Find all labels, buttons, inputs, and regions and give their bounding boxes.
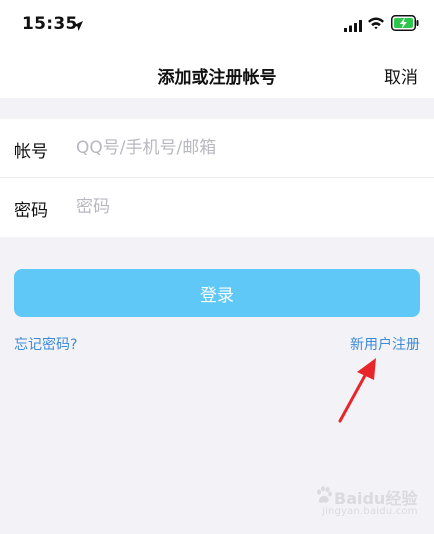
account-row: 帐号 [0,119,434,178]
nav-bar: 添加或注册帐号 取消 [0,50,434,98]
paw-logo-icon [316,486,332,508]
status-time: 15:35 [22,14,78,34]
password-label: 密码 [14,201,48,221]
status-bar: 15:35 [0,0,434,50]
new-user-register-link[interactable]: 新用户注册 [350,334,420,354]
location-arrow-icon [72,17,84,36]
page-title: 添加或注册帐号 [157,68,277,88]
cancel-button[interactable]: 取消 [384,63,418,88]
account-label: 帐号 [14,142,48,162]
password-input[interactable] [76,190,416,224]
watermark: Baidu经验 jingyan.baidu.com [316,482,426,526]
watermark-url: jingyan.baidu.com [322,506,418,517]
login-button[interactable]: 登录 [14,269,420,317]
wifi-icon [367,15,385,34]
login-form: 帐号 密码 [0,119,434,237]
account-input[interactable] [76,131,416,165]
battery-charging-icon [391,15,419,35]
signal-icon [344,17,362,36]
forgot-password-link[interactable]: 忘记密码? [14,334,77,354]
red-arrow-annotation-icon [330,356,386,430]
password-row: 密码 [0,178,434,237]
